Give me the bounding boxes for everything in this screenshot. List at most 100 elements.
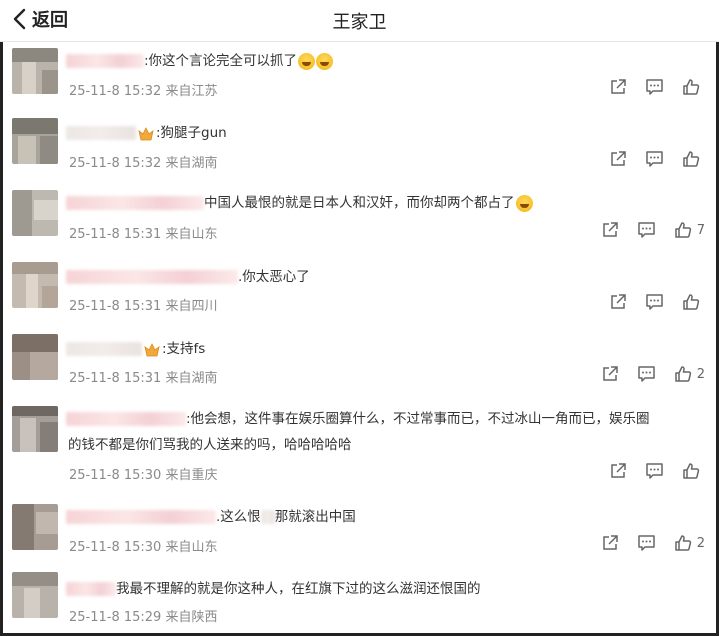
like-icon	[674, 222, 691, 238]
like-button[interactable]: 7	[674, 221, 705, 239]
comment-icon	[646, 463, 663, 479]
comment-text-line-2: 的钱不都是你们骂我的人送来的吗，哈哈哈哈哈	[68, 437, 352, 453]
share-button[interactable]	[609, 150, 627, 168]
share-icon	[611, 151, 626, 166]
comment-text: .你太恶心了	[238, 269, 310, 285]
comment-item: :你这个言论完全可以抓了 25-11-8 15:32 来自江苏	[0, 44, 719, 114]
comment-icon	[637, 366, 655, 382]
comment-item: .你太恶心了 25-11-8 15:31 来自四川	[0, 260, 719, 330]
share-button[interactable]	[601, 534, 619, 552]
share-button[interactable]	[601, 365, 619, 383]
share-button[interactable]	[609, 462, 627, 480]
comment-actions: 2	[583, 534, 705, 552]
comment-button[interactable]	[637, 221, 656, 239]
blurred-username[interactable]	[66, 270, 238, 284]
comment-text: 中国人最恨的就是日本人和汉奸，而你却两个都占了	[204, 195, 515, 211]
like-button[interactable]: 2	[674, 534, 705, 552]
comment-text: :狗腿子gun	[156, 125, 227, 141]
like-button[interactable]	[682, 293, 705, 311]
comment-icon	[637, 535, 655, 551]
comment-item: :支持fs 25-11-8 15:31 来自湖南 2	[0, 332, 719, 402]
comment-actions: 2	[583, 365, 705, 383]
like-icon	[683, 151, 700, 167]
avatar[interactable]	[12, 118, 58, 164]
comment-meta: 25-11-8 15:31 来自四川	[69, 299, 218, 314]
comment-meta: 25-11-8 15:29 来自陕西	[69, 610, 218, 625]
blurred-username[interactable]	[66, 510, 216, 524]
share-icon	[611, 294, 626, 309]
crown-badge-icon	[144, 342, 160, 357]
share-icon	[611, 79, 626, 94]
comment-item: 我最不理解的就是你这种人，在红旗下过的这么滋润还恨国的 25-11-8 15:2…	[0, 570, 719, 632]
comment-icon	[646, 79, 663, 95]
blurred-word	[260, 510, 275, 524]
like-count: 2	[696, 366, 705, 382]
avatar[interactable]	[12, 190, 58, 236]
comment-button[interactable]	[645, 462, 664, 480]
comment-item: 中国人最恨的就是日本人和汉奸，而你却两个都占了 25-11-8 15:31 来自…	[0, 188, 719, 258]
comment-item: .这么恨 那就滚出中国 25-11-8 15:30 来自山东 2	[0, 502, 719, 568]
blurred-username[interactable]	[66, 582, 116, 596]
share-button[interactable]	[609, 78, 627, 96]
comment-text: .这么恨	[216, 509, 261, 525]
avatar[interactable]	[12, 406, 58, 452]
like-count: 7	[696, 222, 705, 238]
comment-text-line: :支持fs	[66, 338, 707, 360]
laughing-emoji-icon	[316, 52, 334, 70]
blurred-username[interactable]	[66, 54, 144, 68]
like-count: 2	[696, 535, 705, 551]
comment-text-line: .你太恶心了	[66, 266, 707, 288]
comment-text-line: 中国人最恨的就是日本人和汉奸，而你却两个都占了	[66, 192, 707, 214]
comment-actions	[591, 150, 705, 168]
share-icon	[602, 366, 618, 381]
like-button[interactable]	[682, 462, 705, 480]
blurred-username[interactable]	[66, 412, 186, 426]
comment-button[interactable]	[645, 150, 664, 168]
like-button[interactable]	[682, 78, 705, 96]
blurred-username[interactable]	[66, 126, 136, 140]
avatar[interactable]	[12, 572, 58, 618]
like-icon	[683, 294, 700, 310]
avatar[interactable]	[12, 504, 58, 550]
comment-button[interactable]	[645, 78, 664, 96]
share-button[interactable]	[609, 293, 627, 311]
share-button[interactable]	[601, 221, 619, 239]
comment-text-b: 那就滚出中国	[274, 509, 356, 525]
comment-icon	[646, 294, 663, 310]
avatar[interactable]	[12, 262, 58, 308]
comment-text-line: :他会想，这件事在娱乐圈算什么，不过常事而已，不过冰山一角而已，娱乐圈	[66, 408, 707, 430]
like-icon	[674, 366, 691, 382]
like-button[interactable]	[682, 150, 705, 168]
comment-actions: 7	[583, 221, 705, 239]
top-bar: 返回 王家卫	[0, 0, 719, 42]
comment-text-line: :狗腿子gun	[66, 122, 707, 144]
comment-meta: 25-11-8 15:32 来自湖南	[69, 156, 218, 171]
page-title: 王家卫	[332, 12, 387, 33]
avatar[interactable]	[12, 48, 58, 94]
avatar[interactable]	[12, 334, 58, 380]
comment-icon	[646, 151, 663, 167]
comment-meta: 25-11-8 15:31 来自湖南	[69, 371, 218, 386]
crying-emoji-icon	[515, 194, 533, 212]
comment-button[interactable]	[645, 293, 664, 311]
comment-item: :狗腿子gun 25-11-8 15:32 来自湖南	[0, 116, 719, 186]
share-icon	[602, 222, 618, 237]
like-icon	[683, 79, 700, 95]
like-button[interactable]: 2	[674, 365, 705, 383]
like-icon	[674, 535, 691, 551]
blurred-username[interactable]	[66, 342, 142, 356]
comment-item: :他会想，这件事在娱乐圈算什么，不过常事而已，不过冰山一角而已，娱乐圈 的钱不都…	[0, 404, 719, 498]
comment-meta: 25-11-8 15:30 来自重庆	[69, 468, 218, 483]
comment-actions	[591, 462, 705, 480]
comment-meta: 25-11-8 15:30 来自山东	[69, 540, 218, 555]
like-icon	[683, 463, 700, 479]
comment-text: :他会想，这件事在娱乐圈算什么，不过常事而已，不过冰山一角而已，娱乐圈	[186, 411, 650, 427]
comment-meta: 25-11-8 15:31 来自山东	[69, 227, 218, 242]
comment-actions	[591, 293, 705, 311]
blurred-username[interactable]	[66, 196, 204, 210]
comment-meta: 25-11-8 15:32 来自江苏	[69, 84, 218, 99]
comment-button[interactable]	[637, 534, 656, 552]
share-icon	[611, 463, 626, 478]
comment-button[interactable]	[637, 365, 656, 383]
crown-badge-icon	[138, 126, 154, 141]
